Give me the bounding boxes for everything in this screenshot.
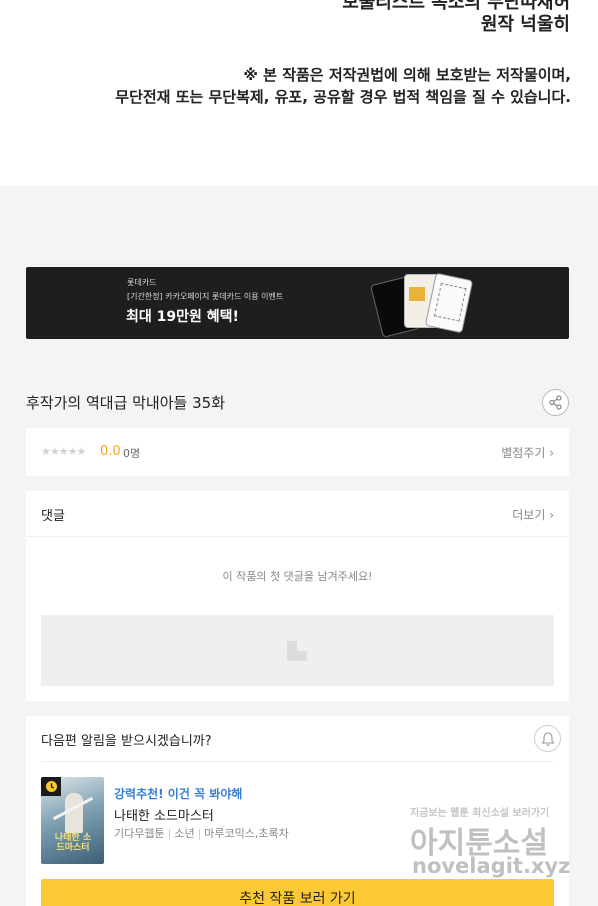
copyright-notice-line-2: 무단전재 또는 무단복제, 유포, 공유할 경우 법적 책임을 질 수 있습니다… [115,88,571,106]
banner-subtitle: [기간한정] 카카오페이지 롯데카드 이용 이벤트 [127,292,284,301]
original-author-credit: 원작 넉울히 [480,14,570,35]
recommended-title[interactable]: 나태한 소드마스터 [114,805,214,824]
notification-question: 다음편 알림을 받으시겠습니까? [41,734,212,749]
comments-more-button[interactable]: 더보기 › [512,506,554,523]
clock-icon [45,781,57,792]
category-label: 소년 [174,827,195,840]
rating-count: 0명 [123,447,141,460]
authors-label: 마루코믹스,초록차 [204,827,289,840]
wait-free-badge [41,777,61,796]
notification-bell-button[interactable] [534,725,561,752]
rate-button[interactable]: 별점주기 › [501,444,554,461]
comments-header: 댓글 더보기 › [26,491,569,537]
star-rating-icon: ★★★★★ [41,445,86,458]
comments-panel: 댓글 더보기 › 이 작품의 첫 댓글을 남겨주세요! [26,491,569,701]
copyright-notice-line-1: ※ 본 작품은 저작권법에 의해 보호받는 저작물이며, [243,66,571,84]
comments-label: 댓글 [41,509,65,524]
rating-score: 0.0 [100,444,121,459]
credit-card-illustration [366,270,486,338]
thumbnail-logo: 나태한 소드마스터 [54,833,92,853]
rating-panel: ★★★★★ 0.0 0명 별점주기 › [26,428,569,476]
recommendation-tag: 강력추천! 이건 꼭 봐야해 [114,787,243,801]
genre-label: 기다무웹툰 [114,827,165,840]
share-icon [549,395,562,410]
bell-icon [540,731,555,746]
recommended-meta: 기다무웹툰 | 소년 | 마루코믹스,초록차 [114,827,289,840]
copyright-notice: ※ 본 작품은 저작권법에 의해 보호받는 저작물이며, 무단전재 또는 무단복… [115,64,571,108]
comments-empty-message: 이 작품의 첫 댓글을 남겨주세요! [222,570,373,583]
recommended-works-button[interactable]: 추천 작품 보러 가기 [41,879,554,906]
banner-brand: 롯데카드 [127,278,157,287]
episode-footer-notice: 보울리스트 목소의 무단따재허 원작 넉울히 ※ 본 작품은 저작권법에 의해 … [0,0,598,186]
recommended-thumbnail[interactable]: 나태한 소드마스터 [41,777,104,864]
share-button[interactable] [542,389,569,416]
next-episode-panel: 다음편 알림을 받으시겠습니까? 나태한 소드마스터 강력추천! 이건 꼭 봐야… [26,716,569,906]
banner-title: 최대 19만원 혜택! [126,309,239,325]
comment-placeholder-icon [287,641,307,661]
divider [41,761,554,762]
promo-banner[interactable]: 롯데카드 [기간한정] 카카오페이지 롯데카드 이용 이벤트 최대 19만원 혜… [26,267,569,339]
comment-input-area[interactable] [41,615,554,686]
episode-title: 후작가의 역대급 막내아들 35화 [26,394,225,412]
